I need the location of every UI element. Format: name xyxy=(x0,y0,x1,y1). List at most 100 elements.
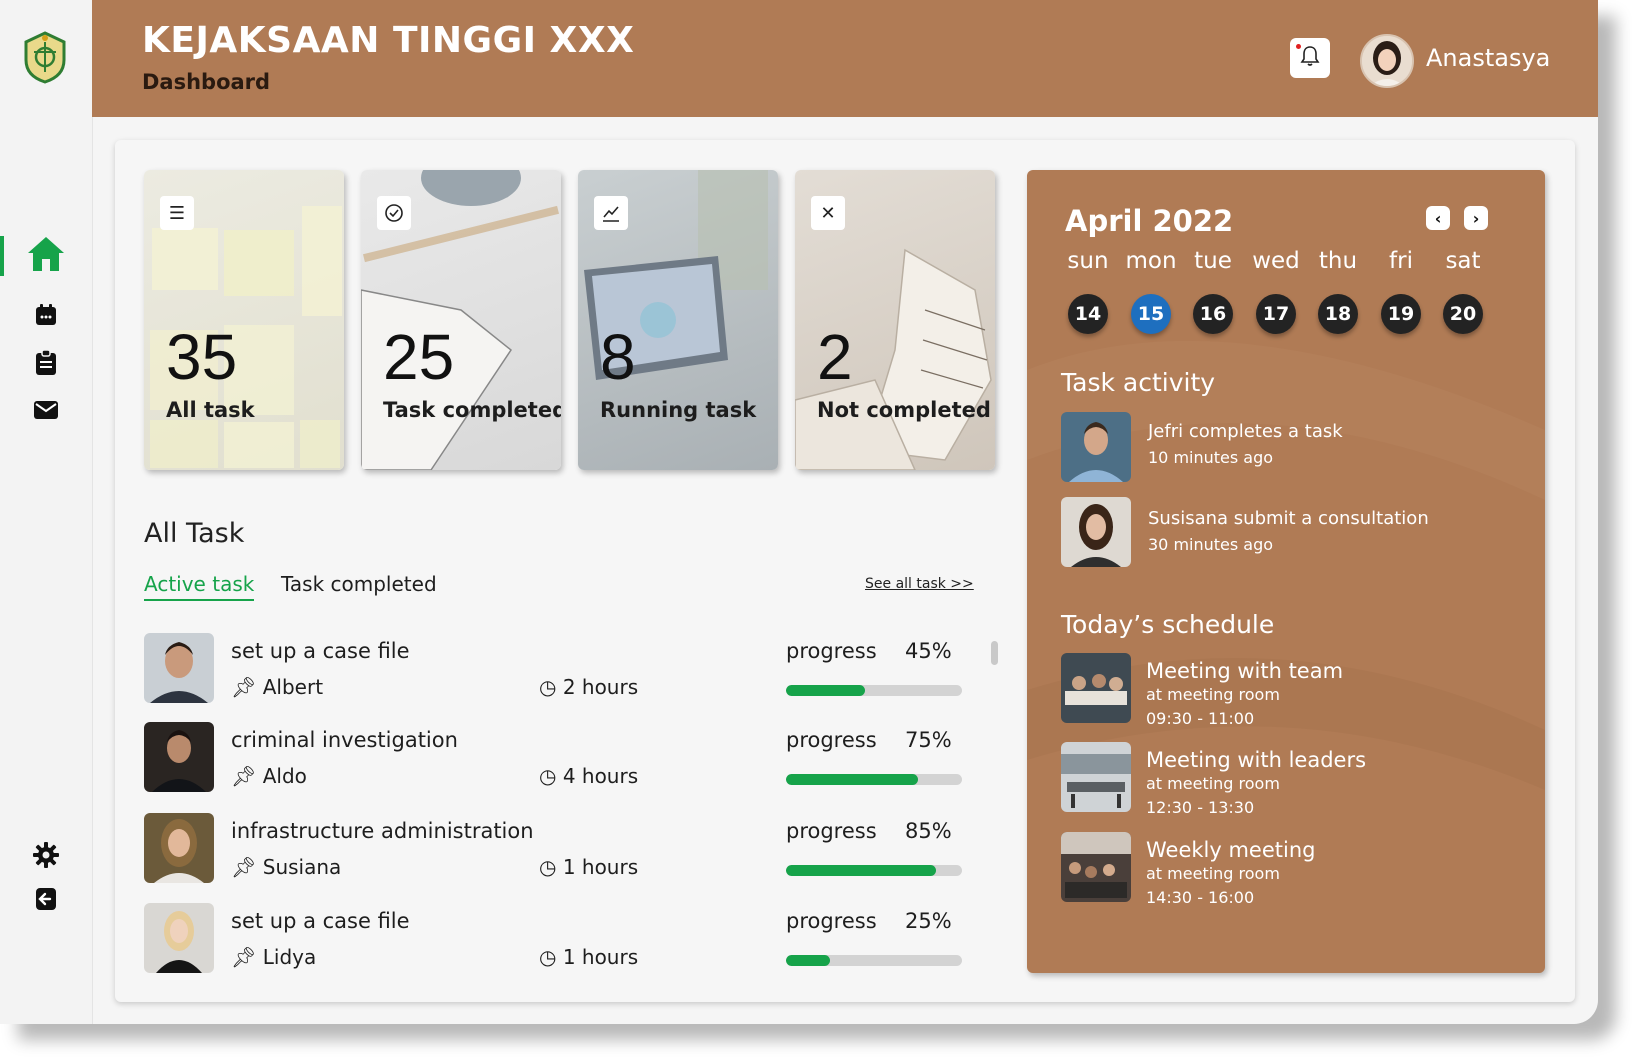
calendar-day[interactable]: 16 xyxy=(1193,294,1233,334)
schedule-item-title: Weekly meeting xyxy=(1146,838,1316,862)
pin-icon: 📌︎ xyxy=(231,945,257,969)
day-name: sat xyxy=(1445,248,1481,274)
progress-fill xyxy=(786,865,936,876)
duration-value: 1 hours xyxy=(562,945,639,969)
meeting-photo xyxy=(1061,832,1131,902)
user-name: Anastasya xyxy=(1426,44,1551,72)
stat-card-running-task[interactable]: 8 Running task xyxy=(578,170,778,470)
table-row[interactable]: set up a case file 📌︎ Lidya ◷ 1 hours pr… xyxy=(144,903,994,975)
duration-value: 4 hours xyxy=(562,764,639,788)
sidebar-item-mail[interactable] xyxy=(0,392,92,432)
task-assignee: 📌︎ Aldo xyxy=(231,764,307,788)
close-icon: ✕ xyxy=(811,196,845,230)
task-duration: ◷ 4 hours xyxy=(539,764,638,788)
avatar xyxy=(144,633,214,703)
sidebar xyxy=(0,0,93,1024)
app-title: KEJAKSAAN TINGGI XXX xyxy=(142,20,635,61)
task-assignee: 📌︎ Lidya xyxy=(231,945,316,969)
schedule-item-place: at meeting room xyxy=(1146,774,1280,793)
meeting-photo xyxy=(1061,742,1131,812)
progress-fill xyxy=(786,774,918,785)
task-title: criminal investigation xyxy=(231,728,458,752)
schedule-item-title: Meeting with team xyxy=(1146,659,1344,683)
mail-icon xyxy=(34,401,58,423)
calendar-month: April 2022 xyxy=(1065,204,1234,238)
home-icon xyxy=(26,234,66,278)
trend-chart-icon xyxy=(594,196,628,230)
progress-fill xyxy=(786,955,830,966)
table-row[interactable]: set up a case file 📌︎ Albert ◷ 2 hours p… xyxy=(144,633,994,705)
table-row[interactable]: infrastructure administration 📌︎ Susiana… xyxy=(144,813,994,885)
clock-icon: ◷ xyxy=(539,675,557,699)
progress-value: 45% xyxy=(905,639,952,663)
pin-icon: 📌︎ xyxy=(231,764,257,788)
duration-value: 2 hours xyxy=(562,675,639,699)
clock-icon: ◷ xyxy=(539,764,557,788)
calendar-day[interactable]: 14 xyxy=(1068,294,1108,334)
top-header: KEJAKSAAN TINGGI XXX Dashboard Anastasya xyxy=(92,0,1598,117)
task-duration: ◷ 2 hours xyxy=(539,675,638,699)
sidebar-item-logout[interactable] xyxy=(0,881,92,921)
table-row[interactable]: criminal investigation 📌︎ Aldo ◷ 4 hours… xyxy=(144,722,994,794)
schedule-item-time: 12:30 - 13:30 xyxy=(1146,798,1255,817)
stat-label: All task xyxy=(166,398,255,422)
active-indicator xyxy=(0,236,4,276)
activity-text: Jefri completes a task xyxy=(1148,421,1343,442)
stat-card-all-task[interactable]: ☰ 35 All task xyxy=(144,170,344,470)
calendar-day[interactable]: 19 xyxy=(1381,294,1421,334)
schedule-item-place: at meeting room xyxy=(1146,685,1280,704)
tab-task-completed[interactable]: Task completed xyxy=(281,572,437,596)
sidebar-item-home[interactable] xyxy=(0,236,92,276)
avatar xyxy=(144,903,214,973)
sidebar-item-settings[interactable] xyxy=(0,837,92,877)
assignee-name: Lidya xyxy=(262,945,317,969)
task-assignee: 📌︎ Susiana xyxy=(231,855,341,879)
progress-bar xyxy=(786,774,962,785)
calendar-prev-button[interactable]: ‹ xyxy=(1426,206,1450,230)
schedule-item-time: 14:30 - 16:00 xyxy=(1146,888,1255,907)
task-assignee: 📌︎ Albert xyxy=(231,675,323,699)
activity-time: 10 minutes ago xyxy=(1148,448,1274,467)
pin-icon: 📌︎ xyxy=(231,675,257,699)
assignee-name: Aldo xyxy=(262,764,307,788)
sidebar-item-calendar[interactable] xyxy=(0,297,92,337)
task-duration: ◷ 1 hours xyxy=(539,855,638,879)
calendar-day[interactable]: 17 xyxy=(1256,294,1296,334)
progress-bar xyxy=(786,955,962,966)
progress-bar xyxy=(786,865,962,876)
duration-value: 1 hours xyxy=(562,855,639,879)
progress-value: 75% xyxy=(905,728,952,752)
day-name: sun xyxy=(1067,248,1109,274)
logo-emblem xyxy=(20,30,70,84)
see-all-link[interactable]: See all task >> xyxy=(865,576,974,592)
progress-label: progress xyxy=(786,728,877,752)
sidebar-item-tasks[interactable] xyxy=(0,345,92,385)
tab-active-task[interactable]: Active task xyxy=(144,572,255,601)
progress-label: progress xyxy=(786,639,877,663)
activity-text: Susisana submit a consultation xyxy=(1148,508,1429,529)
calendar-day[interactable]: 20 xyxy=(1443,294,1483,334)
avatar xyxy=(1061,497,1131,567)
day-name: tue xyxy=(1194,248,1232,274)
stat-card-not-completed[interactable]: ✕ 2 Not completed xyxy=(795,170,995,470)
calendar-day[interactable]: 18 xyxy=(1318,294,1358,334)
stat-card-task-completed[interactable]: 25 Task completed xyxy=(361,170,561,470)
user-avatar[interactable] xyxy=(1360,34,1414,88)
notification-button[interactable] xyxy=(1290,38,1330,78)
calendar-day-selected[interactable]: 15 xyxy=(1131,294,1171,334)
stat-value: 25 xyxy=(383,321,455,393)
assignee-name: Albert xyxy=(262,675,324,699)
avatar xyxy=(144,722,214,792)
clock-icon: ◷ xyxy=(539,855,557,879)
progress-value: 25% xyxy=(905,909,952,933)
right-panel: April 2022 ‹ › sun mon tue wed thu fri s… xyxy=(1027,170,1545,973)
schedule-item-title: Meeting with leaders xyxy=(1146,748,1367,772)
day-name: thu xyxy=(1318,248,1358,274)
calendar-next-button[interactable]: › xyxy=(1464,206,1488,230)
page-title: Dashboard xyxy=(142,70,271,94)
stat-label: Running task xyxy=(600,398,757,422)
task-title: set up a case file xyxy=(231,909,410,933)
clock-icon: ◷ xyxy=(539,945,557,969)
task-duration: ◷ 1 hours xyxy=(539,945,638,969)
activity-time: 30 minutes ago xyxy=(1148,535,1274,554)
